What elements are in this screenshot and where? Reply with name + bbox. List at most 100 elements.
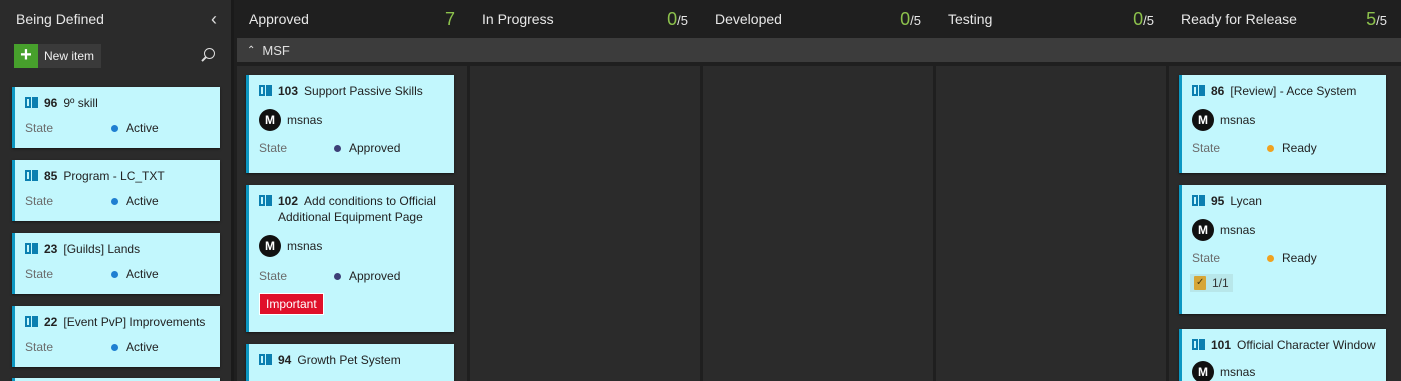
work-item-card[interactable]: 86 [Review] - Acce System M msnas State … xyxy=(1179,75,1386,173)
column-count: 0/5 xyxy=(900,9,921,30)
work-item-card[interactable]: 95 Lycan M msnas State Ready 1/1 xyxy=(1179,185,1386,314)
avatar: M xyxy=(259,109,281,131)
assigned-user[interactable]: msnas xyxy=(287,239,322,253)
new-item-label: New item xyxy=(44,49,95,63)
search-icon[interactable] xyxy=(199,47,217,65)
state-dot-icon xyxy=(111,197,118,205)
backlog-item-icon xyxy=(25,170,38,181)
work-item-card[interactable]: 101 Official Character Window M msnas xyxy=(1179,329,1386,381)
state-label: State xyxy=(25,340,54,354)
state-label: State xyxy=(1192,251,1221,265)
state-label: State xyxy=(25,121,54,135)
avatar: M xyxy=(259,235,281,257)
column-count: 5/5 xyxy=(1366,9,1387,30)
avatar: M xyxy=(1192,361,1214,381)
card-id: 94 xyxy=(278,353,292,367)
collapse-chevron-icon[interactable]: ‹ xyxy=(211,10,217,28)
card-title[interactable]: Lycan xyxy=(1230,193,1262,209)
tag-important[interactable]: Important xyxy=(259,293,324,315)
state-label: State xyxy=(259,269,288,283)
column-title: Developed xyxy=(715,11,782,27)
card-id: 85 xyxy=(44,169,58,183)
column-header-approved: Approved 7 xyxy=(249,0,455,38)
state-value[interactable]: Active xyxy=(126,194,159,208)
state-label: State xyxy=(25,194,54,208)
assigned-user[interactable]: msnas xyxy=(1220,223,1255,237)
wip-limit: /5 xyxy=(910,12,921,28)
wip-limit: /5 xyxy=(1376,12,1387,28)
assigned-user[interactable]: msnas xyxy=(1220,113,1255,127)
column-body-developed xyxy=(703,66,933,381)
state-value[interactable]: Ready xyxy=(1282,251,1317,265)
plus-icon: + xyxy=(14,44,38,68)
state-value[interactable]: Active xyxy=(126,340,159,354)
work-item-card[interactable]: 103 Support Passive Skills M msnas State… xyxy=(246,75,454,173)
state-dot-icon xyxy=(111,124,118,132)
work-item-card[interactable]: 22 [Event PvP] Improvements State Active xyxy=(12,306,220,367)
card-title[interactable]: Program - LC_TXT xyxy=(63,168,164,184)
card-title[interactable]: [Review] - Acce System xyxy=(1230,83,1356,99)
work-item-card[interactable]: 23 [Guilds] Lands State Active xyxy=(12,233,220,294)
backlog-item-icon xyxy=(259,354,272,365)
swimlane-header[interactable]: ⌃ MSF xyxy=(237,38,1401,62)
column-toolbar: + New item xyxy=(0,38,231,74)
card-title[interactable]: [Guilds] Lands xyxy=(63,241,140,257)
card-id: 86 xyxy=(1211,84,1225,98)
backlog-item-icon xyxy=(1192,339,1205,350)
wip-limit: /5 xyxy=(677,12,688,28)
backlog-item-icon xyxy=(259,195,272,206)
avatar: M xyxy=(1192,219,1214,241)
backlog-item-icon xyxy=(259,85,272,96)
card-title-wrap[interactable]: 102 Add conditions to Official Additional… xyxy=(278,193,446,225)
assigned-user[interactable]: msnas xyxy=(1220,365,1255,379)
new-item-button[interactable]: + New item xyxy=(14,44,102,68)
card-title[interactable]: Official Character Window xyxy=(1237,337,1376,353)
backlog-item-icon xyxy=(25,316,38,327)
column-header-being-defined: Being Defined ‹ xyxy=(0,0,231,38)
column-title: Ready for Release xyxy=(1181,11,1297,27)
wip-limit: /5 xyxy=(1143,12,1154,28)
backlog-item-icon xyxy=(25,97,38,108)
column-title: In Progress xyxy=(482,11,554,27)
column-title: Testing xyxy=(948,11,993,27)
state-label: State xyxy=(259,141,288,155)
backlog-item-icon xyxy=(25,243,38,254)
card-title[interactable]: Growth Pet System xyxy=(297,352,400,368)
card-title[interactable]: Support Passive Skills xyxy=(304,83,423,99)
card-title[interactable]: 9º skill xyxy=(63,95,97,111)
state-label: State xyxy=(25,267,54,281)
count-value: 0 xyxy=(667,8,678,29)
state-dot-icon xyxy=(334,272,341,280)
assigned-user[interactable]: msnas xyxy=(287,113,322,127)
backlog-item-icon xyxy=(1192,85,1205,96)
card-title[interactable]: [Event PvP] Improvements xyxy=(63,314,205,330)
count-value: 0 xyxy=(900,8,911,29)
state-value[interactable]: Ready xyxy=(1282,141,1317,155)
state-value[interactable]: Active xyxy=(126,121,159,135)
count-value: 0 xyxy=(1133,8,1144,29)
state-label: State xyxy=(1192,141,1221,155)
column-header-in-progress: In Progress 0/5 xyxy=(482,0,688,38)
column-header-testing: Testing 0/5 xyxy=(948,0,1154,38)
column-body-testing xyxy=(936,66,1166,381)
column-count: 0/5 xyxy=(1133,9,1154,30)
card-id: 95 xyxy=(1211,194,1225,208)
work-item-card[interactable]: 96 9º skill State Active xyxy=(12,87,220,148)
checklist-badge[interactable]: 1/1 xyxy=(1190,274,1233,292)
column-count: 7 xyxy=(444,8,455,29)
column-count: 0/5 xyxy=(667,9,688,30)
work-item-card[interactable]: 94 Growth Pet System xyxy=(246,344,454,381)
state-value[interactable]: Approved xyxy=(349,269,400,283)
state-value[interactable]: Active xyxy=(126,267,159,281)
checklist-count: 1/1 xyxy=(1212,276,1229,290)
card-id: 103 xyxy=(278,84,299,98)
work-item-card[interactable]: 102 Add conditions to Official Additional… xyxy=(246,185,454,332)
card-title[interactable]: Add conditions to Official Additional Eq… xyxy=(278,194,436,224)
chevron-up-icon[interactable]: ⌃ xyxy=(247,45,255,56)
column-body-in-progress xyxy=(470,66,700,381)
avatar: M xyxy=(1192,109,1214,131)
state-value[interactable]: Approved xyxy=(349,141,400,155)
clipboard-check-icon xyxy=(1194,276,1206,290)
state-dot-icon xyxy=(334,144,341,152)
work-item-card[interactable]: 85 Program - LC_TXT State Active xyxy=(12,160,220,221)
